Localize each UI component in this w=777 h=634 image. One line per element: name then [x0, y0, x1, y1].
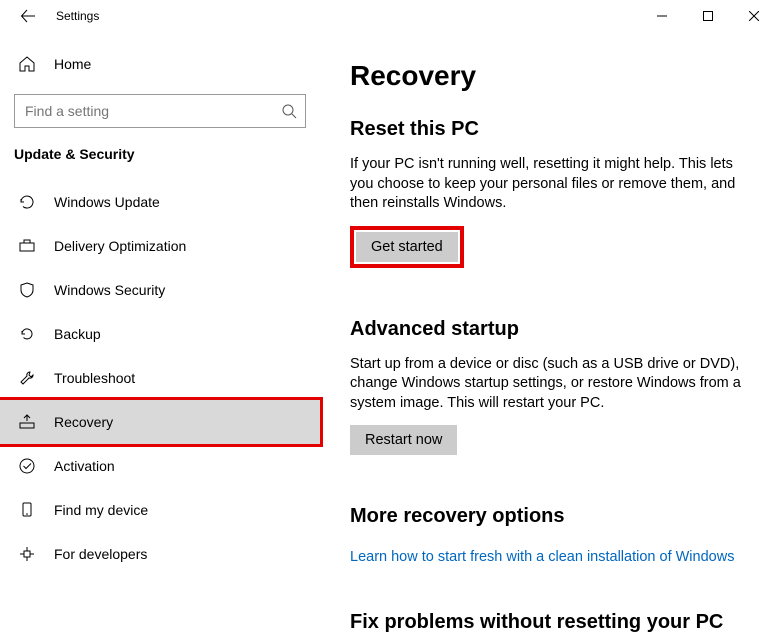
sidebar-item-windows-update[interactable]: Windows Update — [0, 180, 320, 224]
clean-install-link[interactable]: Learn how to start fresh with a clean in… — [350, 549, 734, 565]
sidebar-item-backup[interactable]: Backup — [0, 312, 320, 356]
close-icon — [749, 11, 759, 21]
backup-icon — [18, 325, 36, 343]
refresh-icon — [18, 193, 36, 211]
main-content: Recovery Reset this PC If your PC isn't … — [320, 32, 777, 634]
maximize-button[interactable] — [685, 0, 731, 32]
sidebar-item-label: Windows Update — [54, 194, 160, 210]
delivery-icon — [18, 237, 36, 255]
window-title: Settings — [56, 9, 99, 23]
sidebar-item-label: For developers — [54, 546, 147, 562]
advanced-heading: Advanced startup — [350, 318, 747, 341]
arrow-left-icon — [20, 8, 36, 24]
sidebar-item-label: Delivery Optimization — [54, 238, 186, 254]
home-icon — [18, 55, 36, 73]
minimize-icon — [657, 11, 667, 21]
search-input[interactable] — [25, 103, 270, 119]
maximize-icon — [703, 11, 713, 21]
advanced-body: Start up from a device or disc (such as … — [350, 355, 747, 414]
get-started-highlight: Get started — [350, 226, 464, 268]
sidebar-item-for-developers[interactable]: For developers — [0, 532, 320, 576]
home-nav[interactable]: Home — [0, 42, 320, 86]
more-options-heading: More recovery options — [350, 505, 747, 528]
sidebar-item-recovery[interactable]: Recovery — [0, 400, 320, 444]
settings-window: Settings Home — [0, 0, 777, 634]
sidebar-item-find-my-device[interactable]: Find my device — [0, 488, 320, 532]
shield-icon — [18, 281, 36, 299]
category-header: Update & Security — [0, 142, 320, 180]
sidebar-item-label: Windows Security — [54, 282, 165, 298]
reset-body: If your PC isn't running well, resetting… — [350, 155, 747, 214]
sidebar: Home Update & Security Windows Update — [0, 32, 320, 634]
sidebar-item-label: Backup — [54, 326, 101, 342]
developers-icon — [18, 545, 36, 563]
wrench-icon — [18, 369, 36, 387]
sidebar-item-label: Recovery — [54, 414, 113, 430]
location-icon — [18, 501, 36, 519]
sidebar-item-label: Troubleshoot — [54, 370, 135, 386]
sidebar-item-windows-security[interactable]: Windows Security — [0, 268, 320, 312]
close-button[interactable] — [731, 0, 777, 32]
search-box[interactable] — [14, 94, 306, 128]
get-started-button[interactable]: Get started — [356, 232, 458, 262]
sidebar-item-activation[interactable]: Activation — [0, 444, 320, 488]
sidebar-item-troubleshoot[interactable]: Troubleshoot — [0, 356, 320, 400]
home-label: Home — [54, 56, 91, 72]
window-controls — [639, 0, 777, 32]
search-icon — [281, 103, 297, 119]
fix-problems-heading: Fix problems without resetting your PC — [350, 611, 747, 634]
check-circle-icon — [18, 457, 36, 475]
sidebar-item-label: Activation — [54, 458, 115, 474]
recovery-icon — [18, 413, 36, 431]
minimize-button[interactable] — [639, 0, 685, 32]
back-button[interactable] — [12, 0, 44, 32]
reset-heading: Reset this PC — [350, 118, 747, 141]
restart-now-button[interactable]: Restart now — [350, 425, 457, 455]
sidebar-item-delivery-optimization[interactable]: Delivery Optimization — [0, 224, 320, 268]
titlebar: Settings — [0, 0, 777, 32]
page-title: Recovery — [350, 60, 747, 92]
sidebar-item-label: Find my device — [54, 502, 148, 518]
